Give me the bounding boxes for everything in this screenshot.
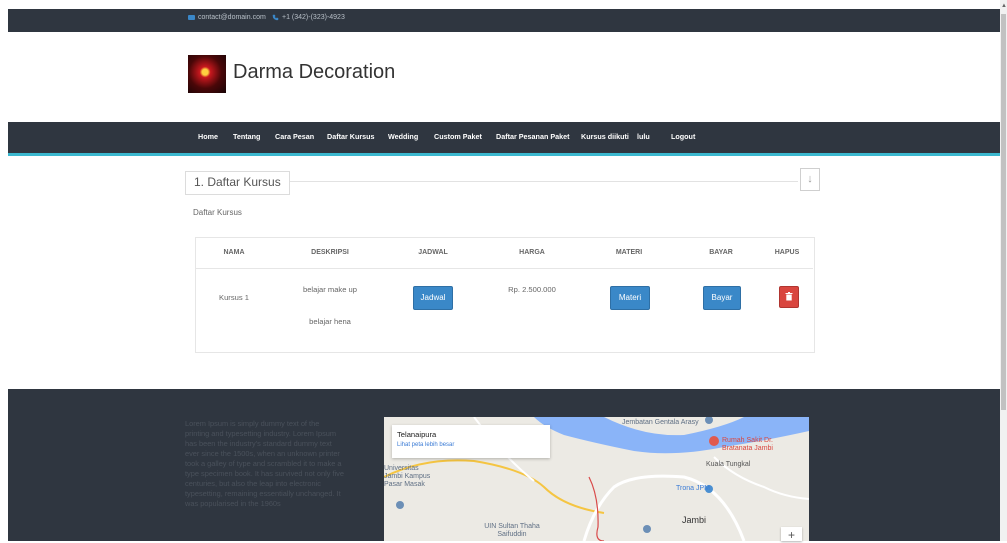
nav-daftar-kursus[interactable]: Daftar Kursus xyxy=(327,132,375,141)
th-deskripsi: DESKRIPSI xyxy=(311,249,349,256)
map-label-trona: Trona JPM xyxy=(676,485,710,492)
map-view-larger-link[interactable]: Lihat peta lebih besar xyxy=(397,442,454,448)
trash-icon xyxy=(785,292,793,301)
delete-button[interactable] xyxy=(779,286,799,308)
top-contact-bar: contact@domain.com +1 (342)-(323)-4923 xyxy=(8,9,1000,32)
arrow-down-icon: ↓ xyxy=(807,173,813,185)
scroll-up-arrow-icon[interactable]: ▲ xyxy=(1001,2,1007,10)
section-title: 1. Daftar Kursus xyxy=(185,171,290,195)
nav-daftar-pesanan-paket[interactable]: Daftar Pesanan Paket xyxy=(496,132,570,141)
table-header-divider xyxy=(196,268,813,269)
th-bayar: BAYAR xyxy=(709,249,733,256)
envelope-icon xyxy=(188,15,195,20)
map-label-bridge: Jembatan Gentala Arasy xyxy=(622,419,699,426)
nav-wedding[interactable]: Wedding xyxy=(388,132,418,141)
phone-icon xyxy=(272,14,279,21)
nav-kursus-diikuti[interactable]: Kursus diikuti xyxy=(581,132,629,141)
map-label-kuala-tungkal: Kuala Tungkal xyxy=(706,461,751,468)
nav-logout[interactable]: Logout xyxy=(671,132,695,141)
map-zoom-in-button[interactable]: + xyxy=(781,527,802,542)
cell-deskripsi-1: belajar make up xyxy=(302,285,358,294)
brand-name[interactable]: Darma Decoration xyxy=(233,61,395,84)
contact-email-text: contact@domain.com xyxy=(198,14,266,21)
map-place-name: Telanaipura xyxy=(397,430,437,439)
cell-nama: Kursus 1 xyxy=(219,293,249,302)
th-harga: HARGA xyxy=(519,249,545,256)
th-hapus: HAPUS xyxy=(774,249,800,256)
section-subtitle: Daftar Kursus xyxy=(193,208,242,217)
contact-email[interactable]: contact@domain.com xyxy=(188,14,266,21)
main-nav: Home Tentang Cara Pesan Daftar Kursus We… xyxy=(8,122,1000,156)
nav-tentang[interactable]: Tentang xyxy=(233,132,260,141)
contact-phone[interactable]: +1 (342)-(323)-4923 xyxy=(272,14,345,21)
cell-harga: Rp. 2.500.000 xyxy=(508,285,556,294)
section-divider xyxy=(288,181,798,182)
footer-about-text: Lorem Ipsum is simply dummy text of the … xyxy=(185,419,344,508)
map-label-hospital: Rumah Sakit Dr. Bratanata Jambi xyxy=(722,437,773,452)
map-label-uin: UIN Sultan Thaha Saifuddin xyxy=(484,523,540,538)
nav-custom-paket[interactable]: Custom Paket xyxy=(434,132,482,141)
bayar-button[interactable]: Bayar xyxy=(703,286,741,310)
map-label-universitas: Universitas Jambi Kampus Pasar Masak xyxy=(384,465,431,488)
nav-home[interactable]: Home xyxy=(198,132,218,141)
map-info-card: Telanaipura Lihat peta lebih besar xyxy=(392,425,550,458)
scrollbar-thumb[interactable] xyxy=(1001,14,1006,410)
th-nama: NAMA xyxy=(223,249,245,256)
map-label-jambi: Jambi xyxy=(682,515,707,525)
th-materi: MATERI xyxy=(615,249,643,256)
contact-phone-text: +1 (342)-(323)-4923 xyxy=(282,14,345,21)
materi-button[interactable]: Materi xyxy=(610,286,650,310)
nav-cara-pesan[interactable]: Cara Pesan xyxy=(275,132,314,141)
th-jadwal: JADWAL xyxy=(418,249,448,256)
nav-user[interactable]: lulu xyxy=(637,132,650,141)
brand-logo[interactable] xyxy=(188,55,226,93)
jadwal-button[interactable]: Jadwal xyxy=(413,286,453,310)
collapse-button[interactable]: ↓ xyxy=(800,168,820,191)
cell-deskripsi-2: belajar hena xyxy=(309,317,351,326)
